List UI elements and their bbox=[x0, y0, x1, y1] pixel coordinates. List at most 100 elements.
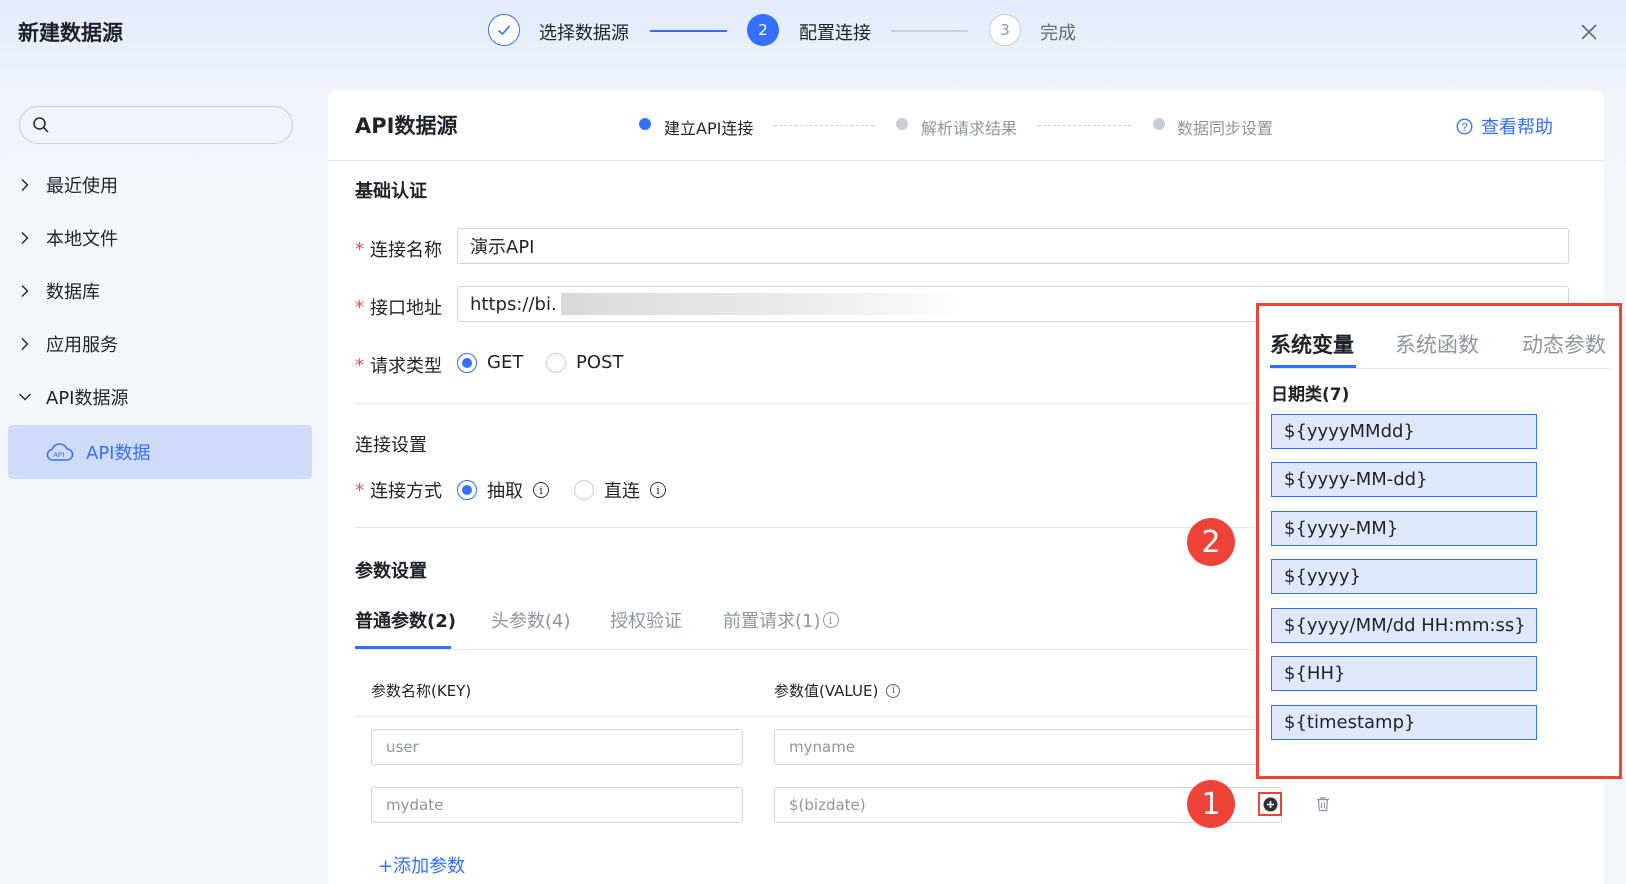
input-value: mydate bbox=[386, 796, 444, 814]
field-label-method: * 请求类型 bbox=[355, 352, 442, 378]
radio-label: 直连 bbox=[604, 481, 640, 502]
column-header-value: 参数值(VALUE) i bbox=[774, 680, 901, 701]
chevron-right-icon bbox=[21, 338, 29, 350]
step-3-circle: 3 bbox=[989, 14, 1021, 46]
chevron-down-icon bbox=[19, 393, 31, 401]
chevron-right-icon bbox=[21, 285, 29, 297]
svg-text:API: API bbox=[53, 452, 64, 459]
page-title: API数据源 bbox=[355, 114, 458, 138]
popup-group-label: 日期类(7) bbox=[1271, 385, 1350, 405]
substep-label: 解析请求结果 bbox=[921, 119, 1018, 138]
column-header-label: 参数值(VALUE) bbox=[774, 682, 879, 700]
tab-label: 前置请求(1) bbox=[723, 611, 821, 632]
sidebar-item-local-files[interactable]: 本地文件 bbox=[18, 218, 118, 258]
chevron-right-icon bbox=[21, 179, 29, 191]
label-text: 连接方式 bbox=[370, 481, 442, 502]
substep-dot bbox=[896, 118, 908, 130]
chevron-right-icon bbox=[21, 232, 29, 244]
question-circle-icon: ? bbox=[1456, 118, 1473, 134]
sidebar-item-api-data[interactable]: API API数据 bbox=[8, 425, 312, 479]
field-label-url: * 接口地址 bbox=[355, 294, 442, 320]
sidebar-item-label: API数据源 bbox=[46, 388, 129, 409]
cloud-api-icon: API bbox=[46, 443, 74, 461]
popup-tab-system-funcs[interactable]: 系统函数 bbox=[1395, 329, 1479, 359]
divider bbox=[355, 527, 1255, 528]
redacted-url-blur bbox=[560, 293, 961, 315]
section-basic-auth: 基础认证 bbox=[355, 181, 427, 202]
divider bbox=[355, 716, 1255, 717]
step-2-label: 配置连接 bbox=[799, 23, 871, 44]
substep-connector bbox=[1038, 125, 1131, 126]
method-get-radio[interactable]: GET bbox=[457, 352, 523, 373]
sidebar-search-input[interactable] bbox=[19, 106, 293, 144]
sidebar-item-label: 最近使用 bbox=[46, 176, 118, 197]
param-key-input[interactable]: mydate bbox=[371, 787, 743, 823]
info-icon: i bbox=[822, 612, 839, 628]
tab-pre-request[interactable]: 前置请求(1) i bbox=[723, 607, 839, 633]
field-label-conn-mode: * 连接方式 bbox=[355, 477, 442, 503]
divider bbox=[355, 403, 1255, 404]
info-icon[interactable]: i bbox=[650, 482, 666, 498]
variable-option[interactable]: ${HH} bbox=[1271, 656, 1537, 691]
close-icon[interactable] bbox=[1577, 20, 1601, 44]
variable-option[interactable]: ${yyyyMMdd} bbox=[1271, 414, 1537, 449]
input-value: https://bi. bbox=[470, 293, 557, 315]
divider bbox=[328, 160, 1604, 161]
sidebar-item-api-source[interactable]: API数据源 bbox=[18, 377, 128, 417]
required-mark: * bbox=[355, 238, 364, 260]
radio-label: 抽取 bbox=[487, 481, 523, 502]
conn-direct-radio[interactable]: 直连 i bbox=[574, 477, 666, 503]
info-icon[interactable]: i bbox=[533, 482, 549, 498]
variable-option[interactable]: ${yyyy/MM/dd HH:mm:ss} bbox=[1271, 608, 1537, 643]
radio-label: GET bbox=[487, 352, 524, 373]
search-icon bbox=[33, 117, 49, 133]
section-params: 参数设置 bbox=[355, 561, 427, 582]
divider bbox=[355, 649, 1255, 650]
variable-option[interactable]: ${yyyy-MM-dd} bbox=[1271, 462, 1537, 497]
step-1-label: 选择数据源 bbox=[539, 23, 629, 44]
delete-row-icon[interactable] bbox=[1316, 796, 1332, 812]
sidebar-item-label: 本地文件 bbox=[46, 229, 118, 250]
radio-label: POST bbox=[576, 352, 624, 373]
insert-variable-button[interactable] bbox=[1258, 792, 1282, 816]
input-value: 演示API bbox=[470, 237, 535, 258]
param-key-input[interactable]: user bbox=[371, 729, 743, 765]
section-connection-settings: 连接设置 bbox=[355, 435, 427, 456]
variable-option[interactable]: ${yyyy} bbox=[1271, 559, 1537, 594]
sidebar-item-database[interactable]: 数据库 bbox=[18, 271, 100, 311]
tab-header-params[interactable]: 头参数(4) bbox=[491, 607, 571, 633]
popup-tab-dynamic-params[interactable]: 动态参数 bbox=[1522, 329, 1606, 359]
sidebar-item-app-services[interactable]: 应用服务 bbox=[18, 324, 118, 364]
help-link[interactable]: ? 查看帮助 bbox=[1456, 113, 1553, 139]
field-label-name: * 连接名称 bbox=[355, 236, 442, 262]
substep-label: 建立API连接 bbox=[664, 119, 754, 138]
info-icon[interactable]: i bbox=[886, 683, 901, 698]
annotation-marker-1: 1 bbox=[1187, 780, 1235, 828]
label-text: 接口地址 bbox=[370, 298, 442, 319]
required-mark: * bbox=[355, 479, 364, 501]
conn-extract-radio[interactable]: 抽取 i bbox=[457, 477, 549, 503]
svg-text:?: ? bbox=[1461, 121, 1467, 133]
radio-checked bbox=[457, 352, 477, 373]
variable-option[interactable]: ${yyyy-MM} bbox=[1271, 511, 1537, 546]
method-post-radio[interactable]: POST bbox=[546, 352, 623, 373]
substep-dot-active bbox=[639, 118, 651, 130]
help-label: 查看帮助 bbox=[1481, 117, 1553, 138]
radio-unchecked bbox=[546, 352, 566, 373]
step-connector bbox=[891, 30, 968, 32]
connection-name-input[interactable]: 演示API bbox=[457, 228, 1569, 264]
substep-dot bbox=[1153, 118, 1165, 130]
radio-unchecked bbox=[574, 480, 594, 500]
param-value-input[interactable]: myname bbox=[774, 729, 1264, 765]
tab-auth[interactable]: 授权验证 bbox=[610, 607, 682, 633]
variable-option[interactable]: ${timestamp} bbox=[1271, 705, 1537, 740]
substep-connector bbox=[774, 125, 874, 126]
sidebar-item-recent[interactable]: 最近使用 bbox=[18, 165, 118, 205]
variable-picker-popup: 系统变量 系统函数 动态参数 日期类(7) ${yyyyMMdd} ${yyyy… bbox=[1256, 303, 1622, 779]
popup-tab-system-vars[interactable]: 系统变量 bbox=[1270, 329, 1354, 359]
tab-normal-params[interactable]: 普通参数(2) bbox=[355, 607, 456, 633]
add-param-button[interactable]: +添加参数 bbox=[378, 852, 465, 878]
app-title: 新建数据源 bbox=[18, 21, 123, 45]
step-3-label: 完成 bbox=[1040, 23, 1076, 44]
label-text: 请求类型 bbox=[370, 356, 442, 377]
